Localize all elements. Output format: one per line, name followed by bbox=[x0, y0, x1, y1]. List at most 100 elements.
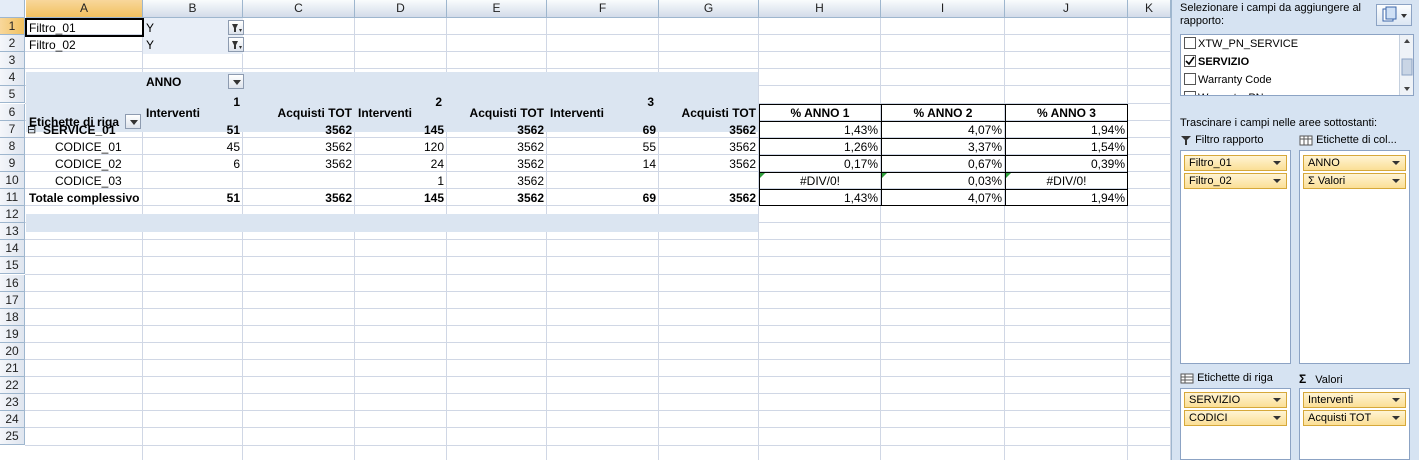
row-header-23[interactable]: 23 bbox=[0, 394, 25, 412]
filter-pill-1[interactable]: Filtro_01 bbox=[1184, 155, 1287, 171]
pivot-value-cell[interactable]: 3562 bbox=[447, 138, 547, 156]
row-header-16[interactable]: 16 bbox=[0, 274, 25, 292]
row-header-6[interactable]: 6 bbox=[0, 103, 25, 121]
values-zone[interactable]: Interventi Acquisti TOT bbox=[1299, 388, 1410, 460]
row-header-11[interactable]: 11 bbox=[0, 189, 25, 207]
layout-options-button[interactable] bbox=[1376, 4, 1412, 26]
pct-value-cell[interactable]: 0,39% bbox=[1005, 155, 1128, 173]
row-pill-2[interactable]: CODICI bbox=[1184, 410, 1287, 426]
pct-value-cell[interactable]: #DIV/0! bbox=[1005, 172, 1128, 190]
row-header-14[interactable]: 14 bbox=[0, 240, 25, 258]
pivot-value-cell[interactable]: 3562 bbox=[659, 155, 759, 173]
row-header-15[interactable]: 15 bbox=[0, 257, 25, 275]
pivot-value-cell[interactable]: 55 bbox=[547, 138, 659, 156]
row-header-4[interactable]: 4 bbox=[0, 69, 25, 87]
pct-value-cell[interactable]: 1,26% bbox=[759, 138, 881, 156]
pct-value-cell[interactable]: 1,43% bbox=[759, 121, 881, 139]
row-header-13[interactable]: 13 bbox=[0, 223, 25, 241]
column-header-A[interactable]: A bbox=[26, 0, 143, 18]
field-list-item[interactable]: Warranty Code bbox=[1184, 72, 1272, 89]
pivot-value-cell[interactable]: 3562 bbox=[243, 138, 355, 156]
pct-value-cell[interactable]: 4,07% bbox=[881, 121, 1005, 139]
pct-value-cell[interactable]: 0,67% bbox=[881, 155, 1005, 173]
row-header-17[interactable]: 17 bbox=[0, 291, 25, 309]
pivot-value-cell[interactable]: 3562 bbox=[447, 121, 547, 139]
pct-value-cell[interactable]: 3,37% bbox=[881, 138, 1005, 156]
row-header-9[interactable]: 9 bbox=[0, 154, 25, 172]
pivot-value-cell[interactable]: 45 bbox=[143, 138, 243, 156]
column-pill-2[interactable]: Σ Valori bbox=[1303, 173, 1406, 189]
pct-value-cell[interactable]: 0,17% bbox=[759, 155, 881, 173]
pivot-value-cell[interactable]: 14 bbox=[547, 155, 659, 173]
column-pill-1[interactable]: ANNO bbox=[1303, 155, 1406, 171]
pivot-value-cell[interactable]: 3562 bbox=[447, 172, 547, 190]
row-header-12[interactable]: 12 bbox=[0, 206, 25, 224]
pivot-value-cell[interactable] bbox=[659, 172, 759, 190]
column-header-I[interactable]: I bbox=[881, 0, 1005, 18]
filter-funnel-button-1[interactable] bbox=[228, 20, 244, 35]
column-header-D[interactable]: D bbox=[355, 0, 447, 18]
select-all-corner[interactable] bbox=[0, 0, 25, 18]
pivot-value-cell[interactable]: 3562 bbox=[659, 138, 759, 156]
report-filter-zone[interactable]: Filtro_01 Filtro_02 bbox=[1180, 150, 1291, 364]
pct-value-cell[interactable]: 0,03% bbox=[881, 172, 1005, 190]
filter-pill-2[interactable]: Filtro_02 bbox=[1184, 173, 1287, 189]
pivot-value-cell[interactable]: 3562 bbox=[659, 121, 759, 139]
pivot-value-cell[interactable] bbox=[547, 172, 659, 190]
column-header-H[interactable]: H bbox=[759, 0, 881, 18]
row-header-22[interactable]: 22 bbox=[0, 377, 25, 395]
filter-funnel-button-2[interactable] bbox=[228, 37, 244, 52]
pivot-value-cell[interactable]: 3562 bbox=[243, 121, 355, 139]
field-checkbox[interactable] bbox=[1184, 55, 1196, 68]
pivot-value-cell[interactable]: 1 bbox=[355, 172, 447, 190]
row-header-8[interactable]: 8 bbox=[0, 137, 25, 155]
row-pill-1[interactable]: SERVIZIO bbox=[1184, 392, 1287, 408]
value-pill-2[interactable]: Acquisti TOT bbox=[1303, 410, 1406, 426]
pivot-value-cell[interactable]: 3562 bbox=[659, 189, 759, 207]
pivot-value-cell[interactable]: 6 bbox=[143, 155, 243, 173]
column-header-J[interactable]: J bbox=[1005, 0, 1128, 18]
column-header-K[interactable]: K bbox=[1128, 0, 1171, 18]
row-header-25[interactable]: 25 bbox=[0, 428, 25, 446]
field-checkbox[interactable] bbox=[1184, 73, 1196, 86]
row-header-18[interactable]: 18 bbox=[0, 308, 25, 326]
row-header-1[interactable]: 1 bbox=[0, 18, 25, 36]
row-header-10[interactable]: 10 bbox=[0, 171, 25, 189]
field-list-item[interactable]: Warranty_PN bbox=[1184, 90, 1264, 95]
pct-value-cell[interactable]: 4,07% bbox=[881, 189, 1005, 207]
pct-value-cell[interactable]: 1,54% bbox=[1005, 138, 1128, 156]
field-list-item[interactable]: XTW_PN_SERVICE bbox=[1184, 36, 1298, 53]
row-header-7[interactable]: 7 bbox=[0, 120, 25, 138]
pct-value-cell[interactable]: #DIV/0! bbox=[759, 172, 881, 190]
pivot-value-cell[interactable]: 51 bbox=[143, 189, 243, 207]
row-header-3[interactable]: 3 bbox=[0, 52, 25, 70]
pivot-value-cell[interactable]: 145 bbox=[355, 121, 447, 139]
pivot-value-cell[interactable]: 24 bbox=[355, 155, 447, 173]
pivot-value-cell[interactable] bbox=[143, 172, 243, 190]
pivot-value-cell[interactable]: 3562 bbox=[447, 189, 547, 207]
field-checkbox[interactable] bbox=[1184, 91, 1196, 95]
column-header-C[interactable]: C bbox=[243, 0, 355, 18]
column-labels-zone[interactable]: ANNO Σ Valori bbox=[1299, 150, 1410, 364]
pivot-value-cell[interactable]: 51 bbox=[143, 121, 243, 139]
pivot-value-cell[interactable] bbox=[243, 172, 355, 190]
pivot-value-cell[interactable]: 3562 bbox=[243, 155, 355, 173]
row-header-5[interactable]: 5 bbox=[0, 86, 25, 104]
field-list-item[interactable]: SERVIZIO bbox=[1184, 54, 1249, 71]
row-header-24[interactable]: 24 bbox=[0, 411, 25, 429]
pivot-value-cell[interactable]: 120 bbox=[355, 138, 447, 156]
field-list[interactable]: XTW_PN_SERVICE SERVIZIO Warranty Code Warra… bbox=[1180, 34, 1414, 96]
column-header-E[interactable]: E bbox=[447, 0, 547, 18]
column-header-G[interactable]: G bbox=[659, 0, 759, 18]
pivot-value-cell[interactable]: 3562 bbox=[447, 155, 547, 173]
pivot-value-cell[interactable]: 69 bbox=[547, 121, 659, 139]
spreadsheet-grid[interactable]: ABCDEFGHIJK 1 2 3 4 5 6 7 8 9 10 11 12 13 14 15 16 17 18 1… bbox=[0, 0, 1171, 460]
field-checkbox[interactable] bbox=[1184, 37, 1196, 50]
value-pill-1[interactable]: Interventi bbox=[1303, 392, 1406, 408]
row-header-19[interactable]: 19 bbox=[0, 325, 25, 343]
pct-value-cell[interactable]: 1,43% bbox=[759, 189, 881, 207]
pivot-value-cell[interactable]: 3562 bbox=[243, 189, 355, 207]
pct-value-cell[interactable]: 1,94% bbox=[1005, 189, 1128, 207]
row-header-2[interactable]: 2 bbox=[0, 35, 25, 53]
anno-dropdown-button[interactable] bbox=[228, 74, 244, 89]
